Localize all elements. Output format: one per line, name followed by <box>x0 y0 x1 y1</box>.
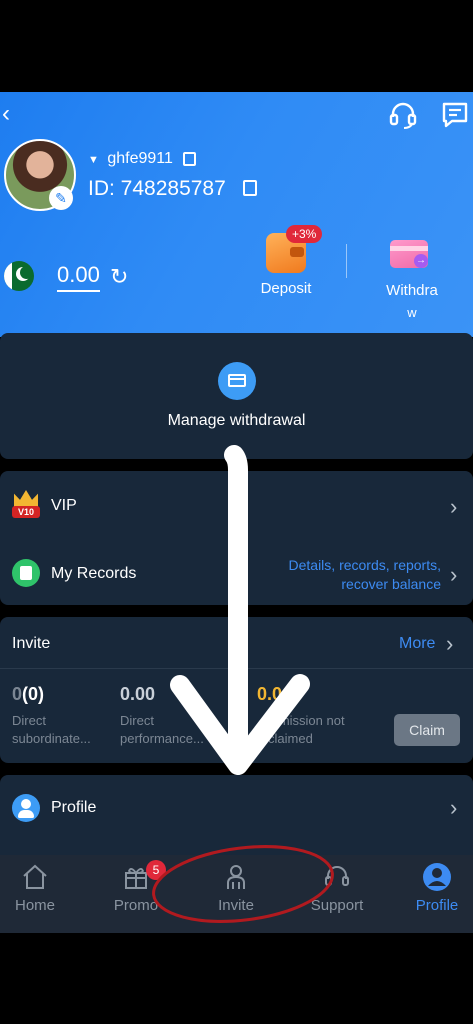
arrow-annotation-icon <box>170 445 310 775</box>
circle-annotation-icon <box>152 845 334 923</box>
annotation-overlay <box>152 445 334 923</box>
